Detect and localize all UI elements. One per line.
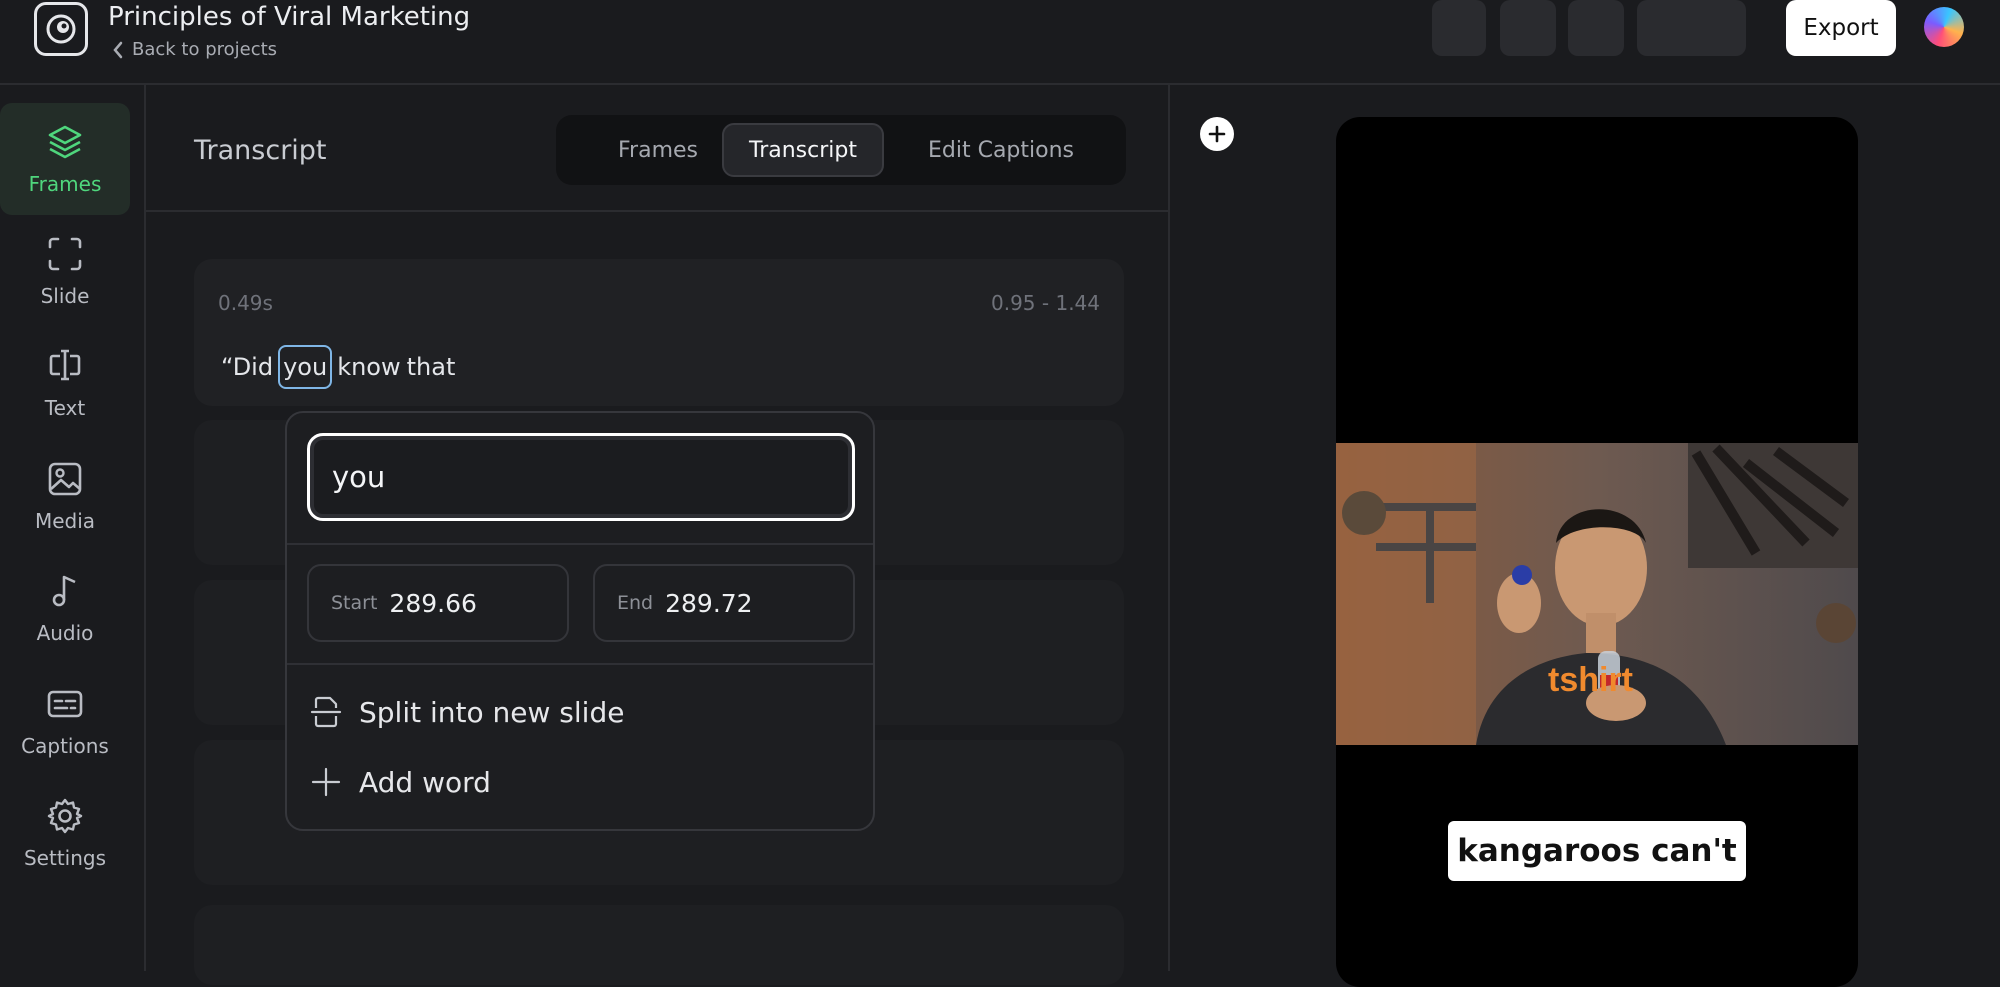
transcript-word[interactable]: know — [334, 353, 403, 381]
tab-edit-captions[interactable]: Edit Captions — [896, 123, 1106, 177]
sidebar-item-settings[interactable]: Settings — [0, 777, 130, 889]
divider — [287, 663, 873, 665]
sidebar-item-label: Media — [34, 509, 96, 533]
sidebar-item-audio[interactable]: Audio — [0, 552, 130, 664]
video-preview[interactable]: tshirt kangaroos can't — [1336, 117, 1858, 987]
transcript-panel-header: Transcript Frames Transcript Edit Captio… — [146, 85, 1170, 212]
top-bar: Principles of Viral Marketing Back to pr… — [0, 0, 2000, 85]
app-logo[interactable] — [34, 2, 88, 56]
segment-time-range: 0.95 - 1.44 — [991, 291, 1100, 315]
layers-icon — [48, 125, 82, 159]
word-edit-popover: you Start 289.66 End 289.72 Split into n… — [285, 411, 875, 831]
plus-icon — [311, 767, 341, 797]
project-title: Principles of Viral Marketing — [108, 2, 471, 32]
tab-transcript[interactable]: Transcript — [722, 123, 884, 177]
transcript-word-selected[interactable]: you — [278, 345, 333, 389]
transcript-word[interactable]: that — [404, 353, 459, 381]
shirt-logo-text: tshirt — [1548, 661, 1633, 699]
text-cursor-icon — [49, 349, 81, 381]
panel-divider — [1168, 85, 1170, 971]
back-link-label: Back to projects — [132, 39, 278, 60]
word-input[interactable]: you — [307, 433, 855, 521]
sidebar-item-label: Frames — [28, 172, 102, 196]
add-slide-button[interactable] — [1200, 117, 1234, 151]
split-label: Split into new slide — [359, 695, 625, 729]
music-note-icon — [52, 575, 76, 607]
start-time-label: Start — [331, 592, 378, 614]
captions-icon — [47, 690, 83, 718]
add-word-label: Add word — [359, 765, 491, 799]
sidebar-item-label: Settings — [23, 846, 107, 870]
sidebar-item-text[interactable]: Text — [0, 327, 130, 439]
toolbar-button-1[interactable] — [1432, 0, 1486, 56]
sidebar-item-label: Audio — [36, 621, 94, 645]
gear-icon — [47, 798, 83, 834]
segment-duration: 0.49s — [218, 291, 273, 315]
divider — [287, 543, 873, 545]
sidebar-item-captions[interactable]: Captions — [0, 665, 130, 777]
back-to-projects-link[interactable]: Back to projects — [112, 39, 277, 60]
sidebar-item-frames[interactable]: Frames — [0, 103, 130, 215]
sidebar-item-label: Slide — [40, 284, 90, 308]
transcript-segment[interactable] — [194, 905, 1124, 985]
transcript-segment[interactable]: 0.49s 0.95 - 1.44 “Did you know that — [194, 259, 1124, 406]
caption-preview: kangaroos can't — [1448, 821, 1746, 881]
sidebar-item-slide[interactable]: Slide — [0, 215, 130, 327]
end-time-value: 289.72 — [665, 588, 753, 618]
export-button[interactable]: Export — [1786, 0, 1896, 56]
split-into-new-slide-button[interactable]: Split into new slide — [309, 695, 624, 729]
frame-corners-icon — [48, 237, 82, 271]
toolbar-button-3[interactable] — [1568, 0, 1624, 56]
user-avatar[interactable] — [1924, 7, 1964, 47]
view-tabs: Frames Transcript Edit Captions — [556, 115, 1126, 185]
transcript-word[interactable]: “Did — [218, 353, 276, 381]
sidebar-item-media[interactable]: Media — [0, 440, 130, 552]
sidebar-item-label: Text — [44, 396, 86, 420]
image-icon — [48, 462, 82, 496]
tab-frames[interactable]: Frames — [586, 123, 730, 177]
panel-title: Transcript — [194, 135, 327, 166]
toolbar-button-2[interactable] — [1500, 0, 1556, 56]
eye-logo-icon — [46, 14, 76, 44]
end-time-field[interactable]: End 289.72 — [593, 564, 855, 642]
plus-icon — [1208, 125, 1226, 143]
video-scene-image: tshirt — [1336, 443, 1858, 745]
end-time-label: End — [617, 592, 654, 614]
chevron-left-icon — [113, 41, 123, 58]
split-slide-icon — [310, 696, 342, 728]
toolbar-button-4[interactable] — [1637, 0, 1746, 56]
start-time-value: 289.66 — [389, 588, 477, 618]
segment-words: “Did you know that — [218, 345, 458, 389]
start-time-field[interactable]: Start 289.66 — [307, 564, 569, 642]
add-word-button[interactable]: Add word — [309, 765, 491, 799]
sidebar-item-label: Captions — [21, 734, 109, 758]
video-frame: tshirt — [1336, 443, 1858, 745]
sidebar: Frames Slide Text Media Audio Captions S… — [0, 85, 146, 971]
